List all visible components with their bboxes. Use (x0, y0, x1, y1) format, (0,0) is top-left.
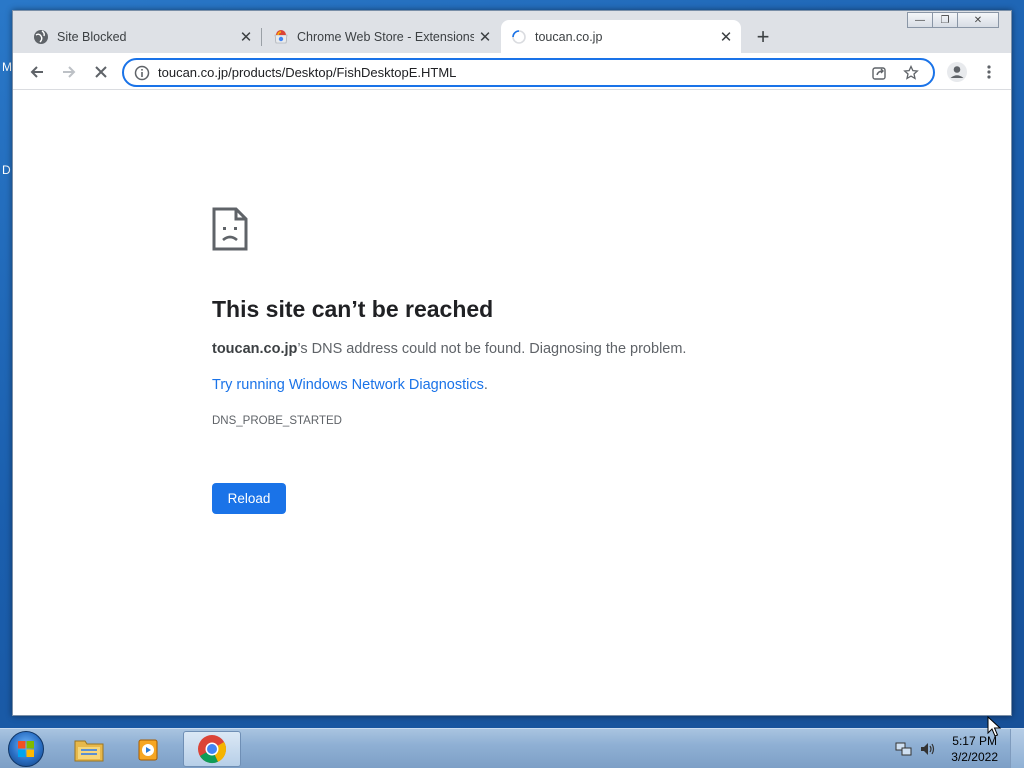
volume-icon[interactable] (919, 740, 937, 758)
window-controls: — ❐ ✕ (907, 12, 999, 28)
chrome-icon (198, 735, 227, 764)
site-info-icon[interactable] (134, 65, 150, 81)
address-bar[interactable]: toucan.co.jp/products/Desktop/FishDeskto… (122, 58, 935, 87)
start-button[interactable] (8, 731, 44, 767)
restore-button[interactable]: ❐ (932, 12, 958, 28)
forward-arrow-icon (63, 66, 76, 78)
stop-loading-button[interactable] (87, 58, 115, 86)
profile-button[interactable] (943, 58, 971, 86)
tab-title: Chrome Web Store - Extensions (297, 29, 474, 44)
kebab-menu-icon (987, 65, 991, 79)
taskbar: 5:17 PM 3/2/2022 (0, 728, 1024, 768)
sad-document-icon (212, 207, 248, 251)
tab-strip: Site Blocked ✕ Chrome Web Store - Extens… (13, 11, 1011, 53)
desktop-icon-label: D (2, 163, 11, 177)
media-player-taskbar-button[interactable] (120, 731, 178, 767)
tab-chrome-web-store[interactable]: Chrome Web Store - Extensions ✕ (263, 20, 500, 53)
windows-logo-icon (18, 741, 34, 757)
new-tab-button[interactable]: + (751, 24, 775, 49)
media-player-icon (138, 739, 158, 761)
tab-divider (261, 28, 262, 46)
tab-toucan[interactable]: toucan.co.jp ✕ (501, 20, 741, 53)
page-content: This site can’t be reached toucan.co.jp’… (13, 91, 1011, 715)
browser-window: Site Blocked ✕ Chrome Web Store - Extens… (12, 10, 1012, 716)
file-explorer-taskbar-button[interactable] (60, 731, 118, 767)
error-description-text: ’s DNS address could not be found. Diagn… (297, 341, 687, 357)
back-arrow-icon (30, 66, 43, 78)
loading-spinner-icon (511, 29, 527, 45)
tab-title: Site Blocked (57, 29, 127, 44)
tab-close-button[interactable]: ✕ (474, 26, 496, 48)
chrome-web-store-icon (273, 29, 289, 45)
tab-close-button[interactable]: ✕ (715, 26, 737, 48)
tab-title: toucan.co.jp (535, 29, 603, 44)
reload-button[interactable]: Reload (212, 483, 286, 514)
system-tray: 5:17 PM 3/2/2022 (895, 729, 998, 768)
back-button[interactable] (23, 58, 51, 86)
clock-date: 3/2/2022 (951, 750, 998, 764)
profile-avatar-icon (947, 62, 967, 82)
stop-x-icon (95, 66, 107, 78)
close-window-button[interactable]: ✕ (957, 12, 999, 28)
browser-toolbar: toucan.co.jp/products/Desktop/FishDeskto… (13, 53, 1011, 90)
file-explorer-icon (74, 740, 104, 762)
tab-site-blocked[interactable]: Site Blocked ✕ (23, 20, 262, 53)
share-icon[interactable] (869, 63, 889, 83)
error-code: DNS_PROBE_STARTED (212, 415, 342, 427)
error-container: This site can’t be reached toucan.co.jp’… (212, 207, 772, 514)
network-diagnostics-link[interactable]: Try running Windows Network Diagnostics (212, 377, 484, 393)
error-domain: toucan.co.jp (212, 341, 298, 357)
desktop-icon-label: M (2, 60, 12, 74)
mouse-cursor-icon (987, 716, 1001, 737)
chrome-taskbar-button[interactable] (183, 731, 241, 767)
tab-close-button[interactable]: ✕ (235, 26, 257, 48)
link-suffix: . (483, 377, 488, 393)
error-description: toucan.co.jp’s DNS address could not be … (212, 341, 772, 357)
globe-icon (33, 29, 49, 45)
minimize-button[interactable]: — (907, 12, 933, 28)
url-text[interactable]: toucan.co.jp/products/Desktop/FishDeskto… (158, 65, 869, 80)
menu-button[interactable] (975, 58, 1003, 86)
network-icon[interactable] (895, 740, 913, 758)
show-desktop-button[interactable] (1010, 729, 1024, 768)
forward-button[interactable] (55, 58, 83, 86)
diagnostics-line: Try running Windows Network Diagnostics. (212, 377, 772, 393)
error-heading: This site can’t be reached (212, 296, 494, 322)
bookmark-star-icon[interactable] (901, 63, 921, 83)
